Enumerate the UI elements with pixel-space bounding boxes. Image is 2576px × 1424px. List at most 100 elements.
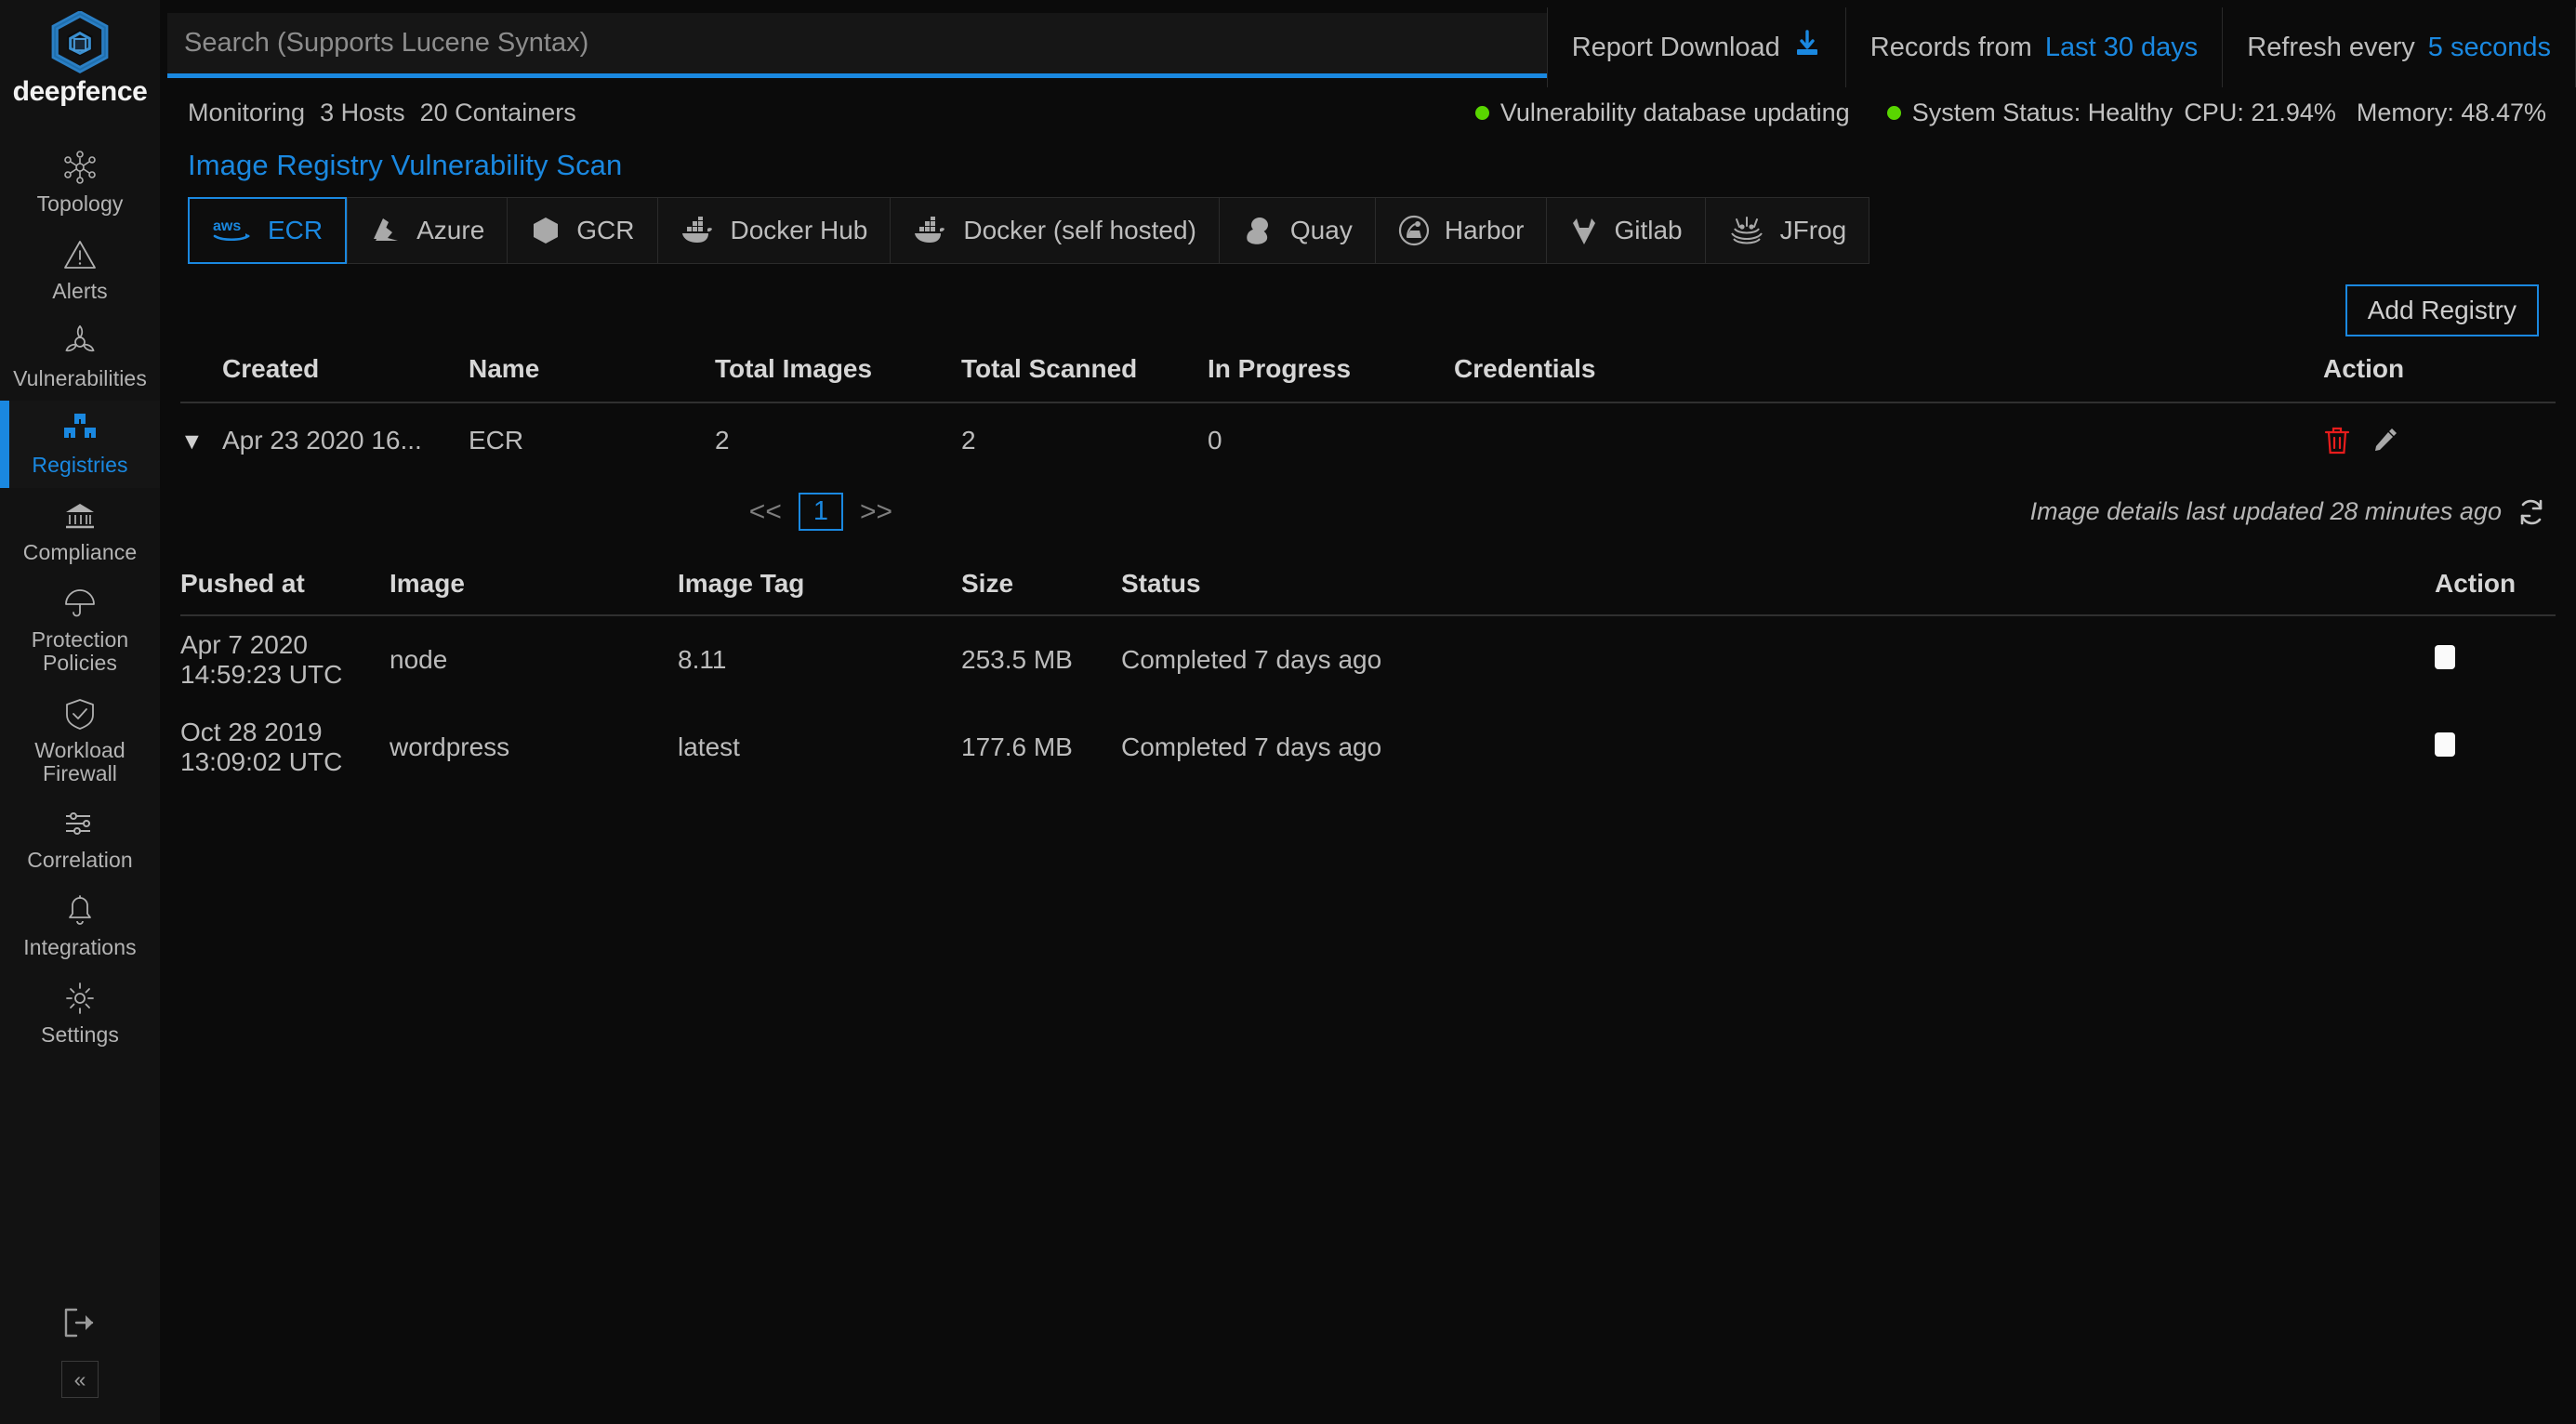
pagination-row: << 1 >> Image details last updated 28 mi… <box>160 478 2576 531</box>
azure-icon <box>370 217 402 244</box>
cell-created: Apr 23 2020 16... <box>222 426 469 455</box>
sidebar-item-registries[interactable]: Registries <box>0 401 160 488</box>
cell-image-action <box>2435 732 2556 763</box>
refresh-value: 5 seconds <box>2428 33 2551 63</box>
table-row[interactable]: Apr 7 2020 14:59:23 UTC node 8.11 253.5 … <box>180 616 2556 704</box>
sidebar-item-integrations[interactable]: Integrations <box>0 883 160 970</box>
top-bar: Report Download Records from Last 30 day… <box>160 0 2576 91</box>
main-content: Report Download Records from Last 30 day… <box>160 0 2576 1424</box>
table-row[interactable]: ▼ Apr 23 2020 16... ECR 2 2 0 <box>180 403 2556 478</box>
records-from-label: Records from <box>1870 33 2032 63</box>
expand-row-toggle[interactable]: ▼ <box>180 426 222 455</box>
column-header-size: Size <box>961 569 1121 599</box>
status-dot-icon <box>1887 106 1901 120</box>
tab-docker-hub[interactable]: Docker Hub <box>657 197 891 264</box>
pencil-icon[interactable] <box>2371 426 2399 455</box>
images-table: Pushed at Image Image Tag Size Status Ac… <box>160 553 2576 791</box>
column-header-name: Name <box>469 354 715 384</box>
tab-jfrog[interactable]: JFrog <box>1705 197 1870 264</box>
column-header-total-images: Total Images <box>715 354 961 384</box>
sidebar-item-label: Alerts <box>52 280 107 303</box>
column-header-image-tag: Image Tag <box>678 569 961 599</box>
tab-docker-self-hosted[interactable]: Docker (self hosted) <box>890 197 1219 264</box>
bell-icon <box>61 892 99 930</box>
gear-icon <box>61 980 99 1017</box>
vuln-db-status: Vulnerability database updating <box>1475 99 1850 127</box>
tab-label: Harbor <box>1445 216 1525 245</box>
system-status-label: System Status: Healthy <box>1912 99 2173 127</box>
tab-gitlab[interactable]: Gitlab <box>1546 197 1704 264</box>
tab-label: JFrog <box>1780 216 1847 245</box>
system-indicators: Vulnerability database updating System S… <box>1475 99 2546 127</box>
sidebar-item-workload-firewall[interactable]: Workload Firewall <box>0 686 160 797</box>
sidebar-footer: « <box>0 1305 160 1424</box>
pagination-next-button[interactable]: >> <box>860 496 892 528</box>
column-header-image: Image <box>390 569 678 599</box>
tab-ecr[interactable]: aws ECR <box>188 197 347 264</box>
search-input[interactable] <box>167 13 1547 78</box>
column-header-status: Status <box>1121 569 2435 599</box>
docker-icon <box>680 217 716 244</box>
sidebar: deepfence Topology Alerts <box>0 0 160 1424</box>
gcr-icon <box>530 216 561 245</box>
deepfence-logo-icon <box>49 11 111 74</box>
sidebar-item-label: Workload Firewall <box>6 739 154 785</box>
images-table-header: Pushed at Image Image Tag Size Status Ac… <box>180 553 2556 616</box>
sidebar-item-protection-policies[interactable]: Protection Policies <box>0 575 160 686</box>
sidebar-collapse-button[interactable]: « <box>61 1361 99 1398</box>
sidebar-item-label: Vulnerabilities <box>13 367 147 390</box>
pagination: << 1 >> <box>749 493 892 531</box>
column-header-image-action: Action <box>2435 569 2556 599</box>
refresh-icon[interactable] <box>2517 497 2546 527</box>
cell-total-scanned: 2 <box>961 426 1208 455</box>
tab-harbor[interactable]: Harbor <box>1375 197 1547 264</box>
sidebar-item-alerts[interactable]: Alerts <box>0 227 160 314</box>
umbrella-icon <box>61 585 99 622</box>
pagination-page-1[interactable]: 1 <box>799 493 843 531</box>
sidebar-item-settings[interactable]: Settings <box>0 970 160 1058</box>
column-header-created: Created <box>222 354 469 384</box>
row-select-checkbox[interactable] <box>2435 645 2455 669</box>
trash-icon[interactable] <box>2323 426 2351 455</box>
pagination-prev-button[interactable]: << <box>749 496 782 528</box>
sidebar-item-label: Integrations <box>23 936 136 959</box>
tab-quay[interactable]: Quay <box>1219 197 1375 264</box>
bank-icon <box>61 497 99 534</box>
sidebar-item-compliance[interactable]: Compliance <box>0 488 160 575</box>
cell-status: Completed 7 days ago <box>1121 645 2435 675</box>
column-header-action: Action <box>2323 354 2556 384</box>
sliders-icon <box>61 805 99 842</box>
aws-icon: aws <box>212 218 253 244</box>
cell-size: 253.5 MB <box>961 645 1121 675</box>
last-updated-info: Image details last updated 28 minutes ag… <box>2030 497 2546 527</box>
tab-label: ECR <box>268 216 323 245</box>
monitoring-label: Monitoring <box>188 99 305 127</box>
records-from-value: Last 30 days <box>2045 33 2198 63</box>
tab-azure[interactable]: Azure <box>347 197 507 264</box>
brand-logo[interactable]: deepfence <box>13 11 148 108</box>
add-registry-row: Add Registry <box>160 264 2576 336</box>
quay-icon <box>1242 216 1275 245</box>
records-from-button[interactable]: Records from Last 30 days <box>1845 7 2223 87</box>
report-download-button[interactable]: Report Download <box>1547 7 1845 87</box>
sidebar-item-label: Topology <box>37 192 124 216</box>
sidebar-item-vulnerabilities[interactable]: Vulnerabilities <box>0 314 160 402</box>
containers-count: 20 Containers <box>420 99 576 127</box>
system-metrics: CPU: 21.94% Memory: 48.47% <box>2184 99 2546 127</box>
sidebar-item-correlation[interactable]: Correlation <box>0 796 160 883</box>
add-registry-button[interactable]: Add Registry <box>2345 284 2539 336</box>
row-select-checkbox[interactable] <box>2435 732 2455 757</box>
logout-icon[interactable] <box>60 1305 99 1340</box>
memory-usage: Memory: 48.47% <box>2357 99 2546 127</box>
table-row[interactable]: Oct 28 2019 13:09:02 UTC wordpress lates… <box>180 704 2556 791</box>
collapse-chevron-icon: « <box>74 1367 86 1392</box>
sidebar-item-topology[interactable]: Topology <box>0 139 160 227</box>
registry-table: Created Name Total Images Total Scanned … <box>160 336 2576 478</box>
refresh-interval-button[interactable]: Refresh every 5 seconds <box>2222 7 2576 87</box>
cpu-usage: CPU: 21.94% <box>2184 99 2336 127</box>
tab-gcr[interactable]: GCR <box>507 197 656 264</box>
cell-pushed-at: Oct 28 2019 13:09:02 UTC <box>180 718 390 777</box>
last-updated-label: Image details last updated 28 minutes ag… <box>2030 497 2502 526</box>
monitoring-summary: Monitoring 3 Hosts 20 Containers <box>188 99 576 127</box>
cell-image: node <box>390 645 678 675</box>
